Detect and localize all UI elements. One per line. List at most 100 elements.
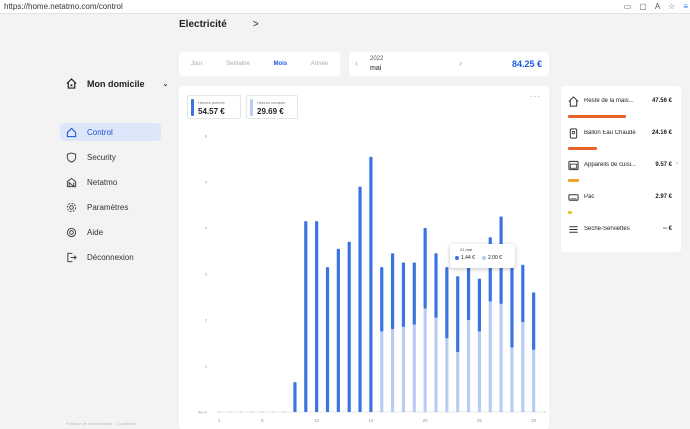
home-selector[interactable]: Mon domicile ⌄ [66,78,168,89]
sidebar-item-label: Control [87,127,113,137]
sidebar-item-aide[interactable]: Aide [60,223,161,241]
consumer-bar-fill [568,115,626,118]
sidebar-item-netatmo[interactable]: Netatmo [60,173,161,191]
bar-peak [358,186,362,412]
sidebar-item-security[interactable]: Security [60,148,161,166]
bar-offpeak [445,338,449,412]
sidebar-item-deconnexion[interactable]: Déconnexion [60,248,161,266]
water-heater-icon [569,128,578,139]
star-icon[interactable]: ☆ [668,2,675,11]
chart-card: Heures pleines 54.57 € Heures creuses 29… [179,86,549,429]
towel-dryer-icon [569,226,578,233]
chevron-right-icon[interactable]: › [676,161,678,167]
consumer-amount: 2.97 € [655,194,672,200]
bookmark-icon[interactable]: ▢ [639,2,647,11]
gear-icon [66,202,77,212]
bar-offpeak [477,331,481,412]
home-name: Mon domicile [87,78,145,89]
screen-icon[interactable]: ▭ [624,2,632,11]
bar-offpeak [532,349,536,412]
bar-peak [423,228,427,309]
y-tick-label: 0e+0 [198,410,208,415]
menu-icon[interactable]: ≡ [683,2,688,11]
x-tick-label: 25 [477,418,483,423]
period-selector: ‹ 2022 mai › 84.25 € [349,52,549,76]
bar-peak [304,221,308,412]
home-outline-icon [66,127,77,137]
chevron-down-icon[interactable]: ⌄ [163,80,169,88]
x-tick-label: 5 [261,418,264,423]
browser-toolbar: ▭ ▢ A ☆ ≡ [624,2,688,11]
consumer-bar-fill [568,147,597,150]
y-tick-label: 6 [205,134,208,139]
tab-semaine[interactable]: Semaine [226,61,250,67]
y-tick-label: 2 [205,318,208,323]
period-tabs: Jour Semaine Mois Année [179,52,340,76]
consumer-name: Pac [584,194,595,200]
bar-offpeak [412,324,416,412]
bar-peak [401,262,406,327]
bar-peak [380,267,384,332]
tooltip-peak-dot [455,256,459,260]
oven-icon [568,160,579,171]
tab-mois[interactable]: Mois [273,61,287,67]
bar-peak [336,248,340,412]
y-tick-label: 5 [205,180,208,185]
terms-link[interactable]: Conditions [117,421,136,426]
bar-peak [315,221,319,412]
x-tick-label: 30 [531,418,537,423]
consumer-bar [568,147,668,150]
bar-peak [434,253,438,318]
bar-peak [510,264,514,348]
bar-peak [456,276,460,353]
sidebar-item-label: Déconnexion [87,252,134,262]
heat-pump-icon [568,194,579,201]
bar-offpeak [456,352,460,412]
x-tick-label: 10 [314,418,320,423]
y-tick-label: 3 [205,272,208,277]
font-icon[interactable]: A [655,2,660,11]
page-header: Electricité > [179,19,259,30]
privacy-link[interactable]: Politique de confidentialité [66,421,112,426]
sidebar-item-parametres[interactable]: Paramètres [60,198,161,216]
bar-peak [532,292,536,350]
consumer-bar [568,211,668,214]
bar-offpeak [499,303,503,412]
sidebar-item-label: Security [87,152,116,162]
shield-icon [66,151,77,163]
period-year: 2022 [370,56,384,62]
chart-tooltip: 21 mai 1.44 € 2.00 € [450,244,515,268]
bar-offpeak [380,331,384,412]
consumer-name: Appareils de cuisi... [584,162,637,168]
bar-peak [369,156,373,412]
chevron-right-icon[interactable]: › [459,58,462,68]
tab-annee[interactable]: Année [311,61,328,67]
bar-offpeak [423,308,427,412]
bar-offpeak [521,322,525,412]
bar-peak [521,264,525,323]
y-tick-label: 4 [205,226,208,231]
tooltip-offpeak-dot [482,256,486,260]
sidebar-item-label: Aide [87,227,104,237]
house-icon [568,96,579,107]
chevron-right-icon[interactable]: > [253,19,259,30]
tab-jour[interactable]: Jour [191,61,203,67]
bar-offpeak [510,347,514,412]
chevron-left-icon[interactable]: ‹ [355,58,358,68]
sidebar-item-label: Netatmo [87,177,118,187]
consumer-name: Reste de la mais... [584,98,634,104]
consumer-amount: -- € [663,226,672,232]
bar-peak [412,262,416,325]
page-title: Electricité [179,19,227,30]
url-bar[interactable]: https://home.netatmo.com/control [0,2,123,11]
consumer-amount: 24.16 € [651,130,672,136]
bar-offpeak [434,317,438,412]
bar-offpeak [466,320,471,412]
sidebar-item-control[interactable]: Control [60,123,161,141]
bar-offpeak [488,301,492,412]
y-tick-label: 1 [205,364,208,369]
home-icon [66,78,77,89]
lifebuoy-icon [66,227,77,237]
consumer-name: Sèche-Serviettes [584,226,630,232]
x-tick-label: 1 [218,418,221,423]
